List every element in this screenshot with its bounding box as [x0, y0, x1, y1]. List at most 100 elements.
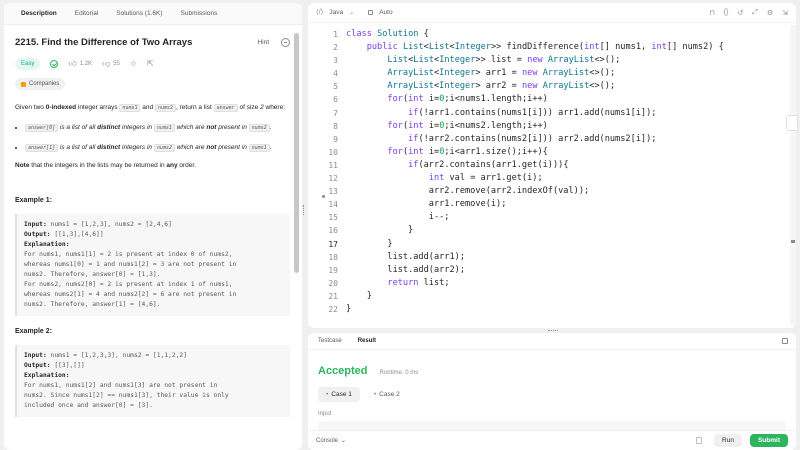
code-text: ArrayList<Integer> arr2 = new ArrayList<… — [387, 81, 616, 92]
line-number: 15 — [328, 213, 338, 223]
example-2-title: Example 2: — [15, 327, 52, 335]
example-label: Explanation: — [24, 240, 70, 248]
code-text: i--; — [346, 212, 450, 223]
example-label: Input: — [24, 351, 47, 359]
pass-dot-icon: • — [373, 391, 377, 398]
problem-title[interactable]: 2215. Find the Difference of Two Arrays — [15, 37, 192, 48]
inline-code: nums1 — [248, 143, 270, 152]
tab-editorial[interactable]: Editorial — [66, 3, 107, 25]
code-line: 18 list.add(arr1); — [308, 251, 796, 264]
horizontal-resize-handle[interactable] — [548, 330, 558, 331]
reset-icon[interactable]: ↺ — [737, 9, 743, 17]
auto-mode-label[interactable]: Auto — [379, 9, 392, 16]
line-number: 1 — [333, 30, 338, 39]
braces-icon[interactable]: {} — [724, 9, 729, 17]
list-item: answer[1] is a list of all distinct inte… — [25, 142, 290, 154]
case-1-tab[interactable]: • Case 1 — [318, 387, 360, 402]
case-tabs: • Case 1 • Case 2 — [318, 387, 796, 402]
fullscreen-icon[interactable]: ⤢ — [752, 9, 758, 17]
inline-code: nums2 — [248, 123, 270, 132]
line-number: 12 — [328, 174, 338, 184]
line-number: 11 — [328, 160, 338, 170]
result-tab-bar: Testcase Result — [308, 333, 796, 350]
code-text: if(arr2.contains(arr1.get(i))){ — [408, 159, 569, 170]
text-span: . — [269, 143, 272, 151]
editor-scrollbar[interactable] — [790, 25, 796, 325]
settings-icon[interactable]: ⚙ — [767, 9, 773, 17]
example-explanation: For nums1, nums1[1] = 2 is present at in… — [24, 250, 237, 308]
code-text: } — [346, 290, 372, 301]
hint-link[interactable]: Hint — [257, 39, 269, 46]
line-number: 8 — [333, 121, 338, 131]
inline-code: nums1 — [119, 103, 141, 112]
code-text: if(!arr2.contains(nums2[i])) arr2.add(nu… — [408, 133, 657, 144]
more-options-icon[interactable] — [281, 38, 290, 47]
inline-code: answer[0] — [25, 123, 59, 132]
companies-tag[interactable]: Companies — [15, 78, 66, 90]
code-text: for(int i=0;i<arr1.size();i++){ — [387, 146, 548, 157]
code-editor-panel: ⟨/⟩ Java ⌄ Auto ⊓ {} ↺ ⤢ ⚙ ⇲ 1 class Solu… — [308, 3, 796, 328]
line-number: 21 — [328, 291, 338, 301]
fold-marker — [322, 195, 325, 198]
share-icon[interactable]: ⇱ — [147, 60, 154, 68]
code-text: if(!arr1.contains(nums1[i])) arr1.add(nu… — [408, 107, 657, 118]
code-text: } — [346, 303, 352, 314]
lock-icon — [21, 81, 26, 87]
code-line: 14 arr1.remove(i); — [308, 198, 796, 211]
tab-testcase[interactable]: Testcase — [318, 338, 342, 344]
like-button[interactable]: 👍︎ 1.2K — [68, 60, 92, 68]
text-span: which are — [174, 123, 207, 131]
code-text: arr1.remove(i); — [346, 199, 507, 210]
side-panel-tab[interactable] — [786, 115, 798, 131]
vertical-resize-handle[interactable] — [303, 205, 305, 215]
example-label: Input: — [24, 220, 47, 228]
chevron-down-icon[interactable]: ⌄ — [349, 10, 354, 16]
description-content: 2215. Find the Difference of Two Arrays … — [4, 25, 302, 450]
code-text: List<List<Integer>> list = new ArrayList… — [387, 55, 621, 66]
description-panel: Description Editorial Solutions (1.6K) S… — [4, 3, 302, 450]
submit-button[interactable]: Submit — [749, 434, 788, 447]
code-line: 5 ArrayList<Integer> arr2 = new ArrayLis… — [308, 80, 796, 93]
example-output: [[3],[]] — [50, 361, 85, 369]
text-span: present in — [216, 143, 249, 151]
line-number: 9 — [333, 134, 338, 144]
bookmark-icon[interactable]: ⊓ — [709, 9, 714, 17]
line-number: 14 — [328, 200, 338, 210]
case-label: Case 1 — [331, 391, 352, 398]
example-output: [[1,3],[4,6]] — [50, 230, 104, 238]
example-input: nums1 = [1,2,3], nums2 = [2,4,6] — [46, 220, 172, 228]
tab-result[interactable]: Result — [358, 338, 376, 344]
constraints-list: answer[0] is a list of all distinct inte… — [15, 122, 290, 154]
description-scrollbar[interactable] — [294, 33, 299, 273]
line-number: 7 — [333, 108, 338, 118]
text-span: , return a list — [176, 103, 214, 111]
tab-description[interactable]: Description — [12, 3, 66, 25]
expand-icon[interactable]: ⇲ — [782, 9, 788, 17]
tab-solutions[interactable]: Solutions (1.6K) — [107, 3, 171, 25]
code-line: 22} — [308, 303, 796, 316]
line-number: 6 — [333, 95, 338, 105]
case-2-tab[interactable]: • Case 2 — [366, 387, 408, 402]
console-toggle[interactable]: Console — [316, 438, 338, 444]
line-number: 20 — [328, 278, 338, 288]
language-select[interactable]: Java — [329, 9, 343, 16]
star-icon[interactable]: ☆ — [130, 60, 137, 68]
run-button[interactable]: Run — [714, 434, 742, 447]
expand-panel-icon[interactable] — [782, 338, 788, 344]
code-line: 19 list.add(arr2); — [308, 264, 796, 277]
text-span: integer arrays — [76, 103, 120, 111]
inline-code: nums1 — [153, 123, 175, 132]
chevron-down-icon[interactable]: ⌄ — [341, 437, 346, 444]
editor-actions: ⊓ {} ↺ ⤢ ⚙ ⇲ — [709, 9, 796, 17]
text-span: . — [269, 123, 272, 131]
code-area[interactable]: 1 class Solution { 2 public List<List<Int… — [308, 25, 796, 316]
case-label: Case 2 — [379, 391, 400, 398]
line-number: 19 — [328, 265, 338, 275]
code-line: 2 public List<List<Integer>> findDiffere… — [308, 41, 796, 54]
trash-icon[interactable] — [696, 437, 703, 444]
text-bold: not — [206, 143, 217, 151]
tab-submissions[interactable]: Submissions — [172, 3, 227, 25]
code-line: 6 for(int i=0;i<nums1.length;i++) — [308, 93, 796, 106]
app-window: Description Editorial Solutions (1.6K) S… — [0, 0, 800, 450]
dislike-button[interactable]: 👎︎ 55 — [102, 60, 120, 68]
